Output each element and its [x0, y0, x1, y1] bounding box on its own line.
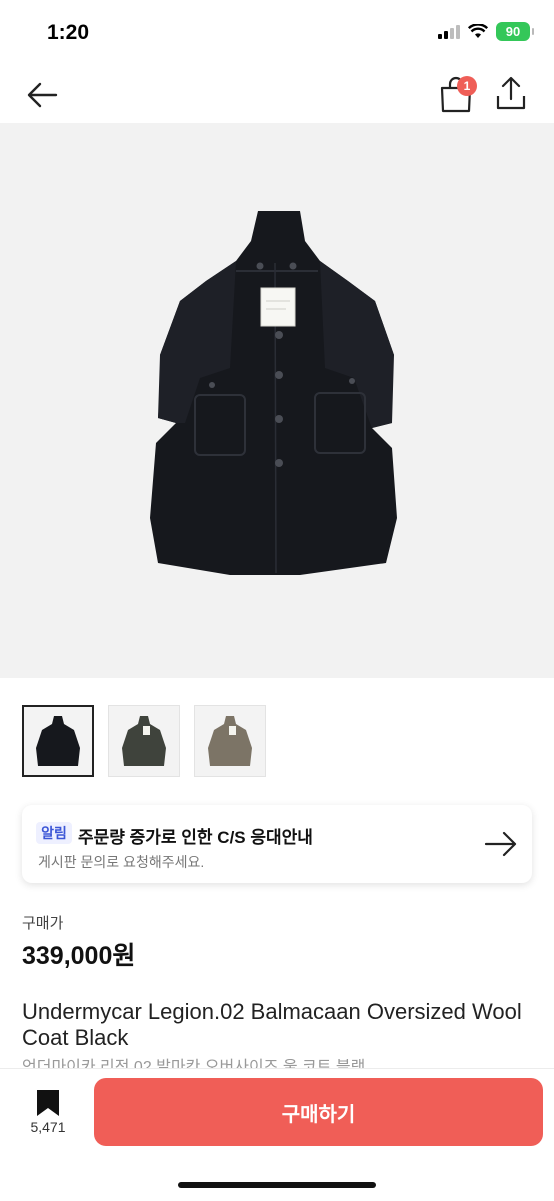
- cart-badge: 1: [457, 76, 477, 96]
- product-title: Undermycar Legion.02 Balmacaan Oversized…: [22, 999, 522, 1050]
- thumbnail-khaki[interactable]: [194, 705, 266, 777]
- thumbnail-olive-image: [122, 716, 166, 766]
- status-time: 1:20: [47, 21, 90, 44]
- bookmark-count: 5,471: [30, 1119, 66, 1135]
- thumbnail-olive[interactable]: [108, 705, 180, 777]
- product-image[interactable]: [0, 123, 554, 678]
- back-arrow-icon[interactable]: [24, 76, 62, 114]
- battery-icon: 90: [496, 22, 534, 41]
- buy-button[interactable]: 구매하기: [94, 1078, 543, 1146]
- home-indicator: [178, 1182, 376, 1188]
- thumbnail-strip: [22, 705, 266, 777]
- bookmark-icon[interactable]: [36, 1089, 60, 1117]
- status-icons: 90: [438, 22, 534, 41]
- signal-icon: [438, 24, 460, 39]
- notice-banner[interactable]: 알림 주문량 증가로 인한 C/S 응대안내 게시판 문의로 요청해주세요.: [22, 805, 532, 883]
- thumbnail-black[interactable]: [22, 705, 94, 777]
- notice-subtitle: 게시판 문의로 요청해주세요.: [38, 854, 205, 870]
- price: 339,000원: [22, 942, 136, 970]
- thumbnail-khaki-image: [208, 716, 252, 766]
- share-icon[interactable]: [494, 74, 528, 114]
- product-title-korean: 언더마이카 리전.02 발마칸 오버사이즈 울 코트 블랙: [22, 1059, 366, 1069]
- battery-level: 90: [505, 24, 521, 39]
- arrow-right-icon[interactable]: [484, 828, 518, 860]
- status-bar: 1:20 90: [0, 0, 554, 66]
- bottom-bar: 5,471 구매하기: [0, 1068, 554, 1201]
- price-label: 구매가: [22, 915, 64, 932]
- wifi-icon: [468, 24, 488, 38]
- notice-tag: 알림: [36, 822, 72, 844]
- notice-title: 주문량 증가로 인한 C/S 응대안내: [78, 828, 313, 847]
- thumbnail-black-image: [36, 716, 80, 766]
- top-nav: 1: [0, 66, 554, 122]
- coat-image: [150, 211, 397, 575]
